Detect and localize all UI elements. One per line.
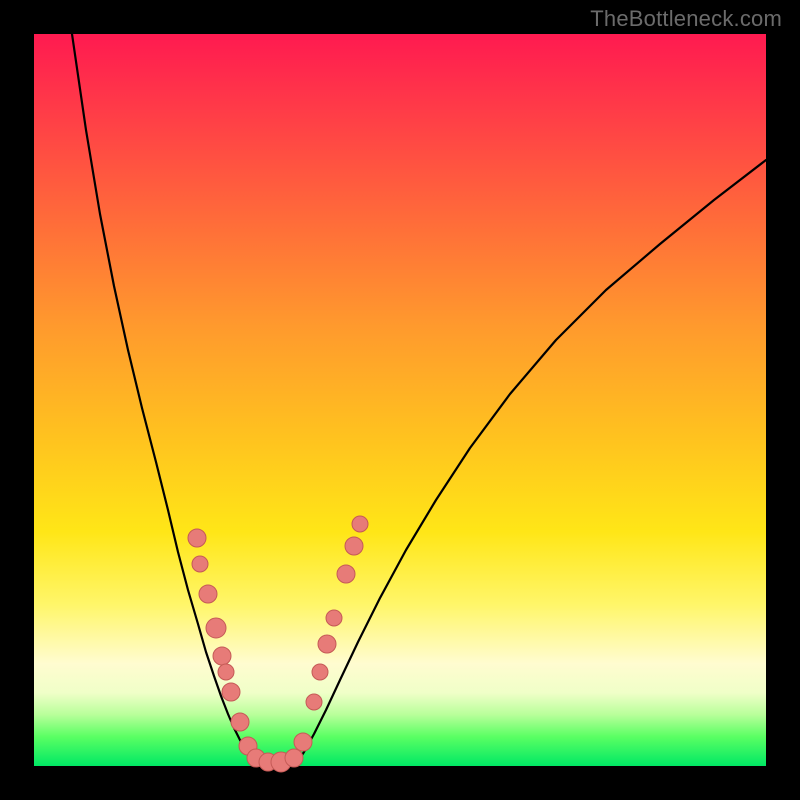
data-marker <box>188 529 206 547</box>
chart-frame: TheBottleneck.com <box>0 0 800 800</box>
data-marker <box>206 618 226 638</box>
data-marker <box>312 664 328 680</box>
bottleneck-curve <box>72 34 766 766</box>
data-marker <box>306 694 322 710</box>
data-marker <box>285 749 303 767</box>
data-marker <box>222 683 240 701</box>
data-marker <box>199 585 217 603</box>
data-marker <box>337 565 355 583</box>
data-marker <box>318 635 336 653</box>
data-markers <box>188 516 368 772</box>
data-marker <box>294 733 312 751</box>
data-marker <box>192 556 208 572</box>
data-marker <box>352 516 368 532</box>
curve-path <box>72 34 766 766</box>
chart-svg <box>0 0 800 800</box>
data-marker <box>326 610 342 626</box>
data-marker <box>231 713 249 731</box>
data-marker <box>218 664 234 680</box>
data-marker <box>213 647 231 665</box>
data-marker <box>345 537 363 555</box>
